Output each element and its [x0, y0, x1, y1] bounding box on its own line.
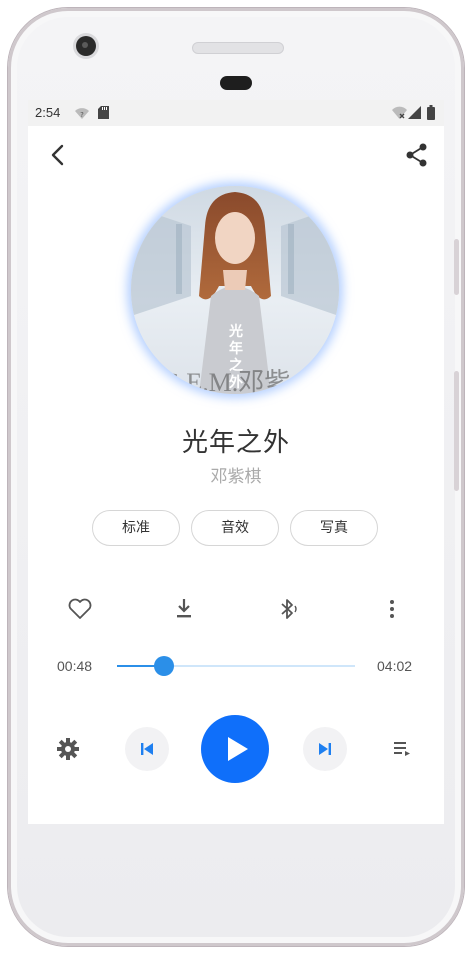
- share-icon[interactable]: [404, 142, 430, 168]
- bluetooth-icon[interactable]: [274, 595, 302, 623]
- screen: 2:54 ? 光年之外 G.E.M.邓紫 光年之外 邓紫棋 标准 音效 写真 0…: [28, 100, 444, 824]
- signal-icon: [408, 106, 421, 119]
- top-bar: [28, 136, 444, 172]
- artist-name[interactable]: 邓紫棋: [28, 462, 444, 487]
- front-camera: [76, 36, 96, 56]
- progress-track[interactable]: [117, 665, 355, 667]
- mode-photo-button[interactable]: 写真: [290, 510, 378, 546]
- volume-button: [454, 239, 459, 295]
- more-icon[interactable]: [378, 595, 406, 623]
- battery-icon: [427, 105, 435, 120]
- previous-icon: [141, 743, 153, 755]
- album-watermark: G.E.M.邓紫: [161, 368, 291, 394]
- wifi-off-icon: [392, 106, 407, 119]
- mode-sound-effect-button[interactable]: 音效: [191, 510, 279, 546]
- total-time: 04:02: [377, 658, 413, 674]
- earpiece: [220, 76, 252, 90]
- settings-icon[interactable]: [56, 737, 80, 761]
- download-icon[interactable]: [170, 595, 198, 623]
- svg-text:?: ?: [80, 111, 84, 119]
- play-button[interactable]: [201, 715, 269, 783]
- next-icon: [319, 743, 331, 755]
- album-cover: 光年之外 G.E.M.邓紫: [131, 186, 339, 394]
- sd-card-icon: [98, 106, 109, 119]
- back-icon[interactable]: [46, 142, 72, 168]
- power-button: [454, 371, 459, 491]
- current-time: 00:48: [57, 658, 93, 674]
- wifi-question-icon: ?: [75, 108, 89, 119]
- heart-icon[interactable]: [66, 595, 94, 623]
- next-button[interactable]: [303, 727, 347, 771]
- previous-button[interactable]: [125, 727, 169, 771]
- play-icon: [228, 737, 248, 761]
- status-time: 2:54: [35, 105, 61, 120]
- status-bar: 2:54 ?: [28, 100, 444, 126]
- mode-standard-button[interactable]: 标准: [92, 510, 180, 546]
- song-title: 光年之外: [181, 428, 290, 458]
- playlist-icon[interactable]: [392, 739, 412, 759]
- speaker-grille: [192, 42, 284, 54]
- progress-thumb[interactable]: [154, 656, 175, 676]
